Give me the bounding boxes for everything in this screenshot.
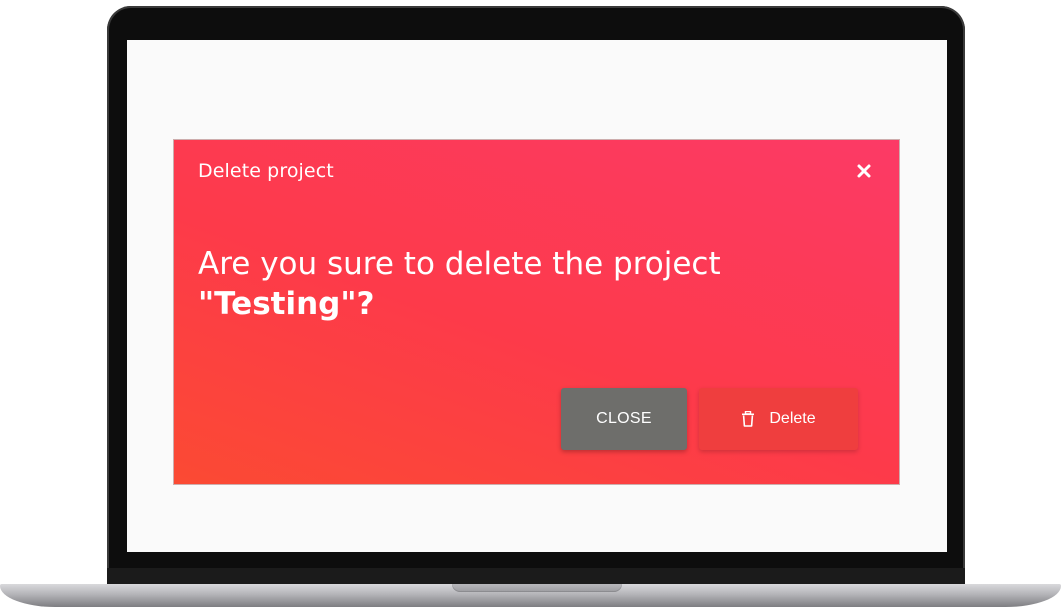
modal-title: Delete project bbox=[198, 160, 334, 182]
confirmation-text: Are you sure to delete the project bbox=[198, 246, 721, 282]
trash-icon bbox=[741, 411, 755, 427]
delete-button-label: Delete bbox=[769, 410, 816, 427]
laptop-base-notch bbox=[452, 584, 622, 592]
confirmation-message: Are you sure to delete the project "Test… bbox=[198, 244, 838, 324]
delete-project-modal: Delete project Are you sure to delete th… bbox=[174, 140, 899, 484]
close-icon[interactable] bbox=[853, 160, 875, 182]
delete-button[interactable]: Delete bbox=[699, 388, 858, 450]
close-button[interactable]: CLOSE bbox=[561, 388, 687, 450]
close-button-label: CLOSE bbox=[596, 410, 652, 427]
project-name: "Testing"? bbox=[198, 286, 375, 322]
